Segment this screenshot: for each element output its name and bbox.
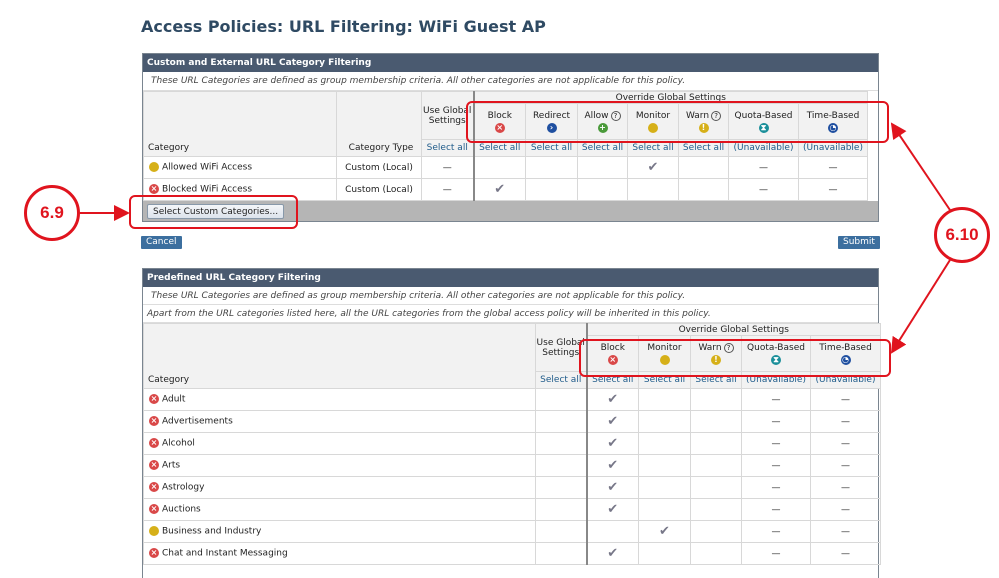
highlight-predefined-actions	[579, 339, 891, 377]
highlight-select-custom	[129, 195, 298, 229]
arrow-6-10-top	[890, 122, 951, 211]
annotation-6-10: 6.10	[934, 207, 990, 263]
arrow-6-10-bottom	[890, 259, 951, 354]
annotation-6-9: 6.9	[24, 185, 80, 241]
highlight-custom-actions	[466, 101, 889, 143]
annotation-overlay	[80, 101, 951, 377]
